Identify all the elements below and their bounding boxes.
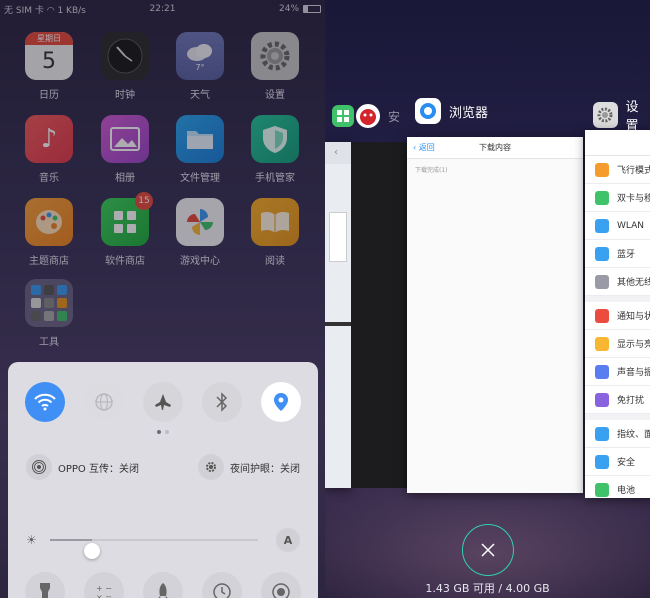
wechat-like-icon <box>332 105 354 127</box>
settings-list-item[interactable]: 显示与亮 <box>585 330 650 358</box>
memory-status: 1.43 GB 可用 / 4.00 GB <box>425 582 550 595</box>
chevron-left-icon: ‹ <box>325 142 351 164</box>
brightness-slider[interactable]: ☀ A <box>26 528 300 559</box>
settings-item-icon <box>595 162 609 177</box>
settings-list-item[interactable]: 通知与状 <box>585 302 650 330</box>
recent-apps-screen: 安 浏览器 设置 ‹ ‹ 返回 下载内容 下载完成(1) 飞行模式 双卡与移 W… <box>325 0 650 598</box>
settings-list-item[interactable]: 安全 <box>585 448 650 476</box>
brightness-thumb[interactable] <box>83 543 100 559</box>
recent-app1-dark-panel <box>351 142 407 488</box>
brightness-track[interactable] <box>50 539 258 559</box>
settings-gear-icon <box>593 102 618 128</box>
airplane-toggle[interactable] <box>143 382 183 422</box>
auto-brightness-button[interactable]: A <box>276 528 300 552</box>
settings-list: 飞行模式双卡与移 WLAN 蓝牙其他无线通知与状显示与亮声音与振免打扰指纹、面安全电… <box>585 156 650 498</box>
mobile-data-toggle[interactable] <box>84 382 124 422</box>
recent-app1-header: 安 <box>332 104 400 128</box>
sun-gear-icon <box>198 454 224 480</box>
screen: 无 SIM 卡 ◠ 1 KB/s 22:21 24% 星期日 5 日历 时钟 7… <box>0 0 650 598</box>
browser-card-header: 浏览器 <box>415 98 488 124</box>
recent-app1-title: 安 <box>388 109 401 124</box>
bluetooth-icon <box>216 392 228 412</box>
download-page-title: 下载内容 <box>479 143 511 152</box>
settings-item-label: WLAN <box>617 220 645 231</box>
settings-item-label: 指纹、面 <box>617 430 650 440</box>
settings-item-icon <box>595 482 609 497</box>
settings-list-item[interactable]: 免打扰 <box>585 386 650 414</box>
recent-app1-card[interactable]: ‹ <box>325 142 351 488</box>
settings-item-icon <box>595 218 609 233</box>
svg-text:+ −: + − <box>96 584 112 593</box>
calculator-button[interactable]: + − × = <box>84 572 124 598</box>
settings-item-label: 免打扰 <box>617 396 645 406</box>
alarm-clock-icon <box>213 583 231 598</box>
settings-item-icon <box>595 336 609 351</box>
settings-item-label: 双卡与移 <box>617 194 650 204</box>
settings-item-icon <box>595 426 609 441</box>
settings-list-item[interactable]: 蓝牙 <box>585 240 650 268</box>
wifi-icon <box>34 393 56 411</box>
settings-list-item[interactable]: 双卡与移 <box>585 184 650 212</box>
settings-item-label: 声音与振 <box>617 368 650 378</box>
settings-item-icon <box>595 246 609 261</box>
airplane-icon <box>155 394 171 410</box>
page-dots <box>8 430 318 434</box>
download-complete-label: 下载完成(1) <box>415 167 448 174</box>
settings-list-item[interactable]: 电池 <box>585 476 650 498</box>
control-center: OPPO 互传：关闭 夜间护眼：关闭 ☀ A + − × = <box>8 362 318 598</box>
oppo-share-label: OPPO 互传：关闭 <box>58 463 139 475</box>
browser-card-toolbar: ‹ 返回 下载内容 <box>407 137 583 159</box>
night-mode-label: 夜间护眼：关闭 <box>230 463 300 475</box>
night-mode-control[interactable]: 夜间护眼：关闭 <box>198 454 300 480</box>
flashlight-button[interactable] <box>25 572 65 598</box>
location-pin-icon <box>274 393 288 411</box>
settings-item-label: 飞行模式 <box>617 166 650 176</box>
clear-all-button[interactable] <box>462 524 514 576</box>
settings-item-icon <box>595 364 609 379</box>
settings-list-item[interactable]: 指纹、面 <box>585 420 650 448</box>
settings-item-label: 安全 <box>617 458 636 468</box>
rocket-button[interactable] <box>143 572 183 598</box>
close-icon <box>481 543 495 557</box>
brightness-sun-icon: ☀ <box>26 533 37 547</box>
flashlight-icon <box>40 583 50 598</box>
settings-item-label: 通知与状 <box>617 312 650 322</box>
clock-button[interactable] <box>202 572 242 598</box>
bluetooth-toggle[interactable] <box>202 382 242 422</box>
rocket-icon <box>158 583 168 598</box>
calculator-icon: + −× = <box>96 584 112 598</box>
camera-aperture-icon <box>272 583 290 598</box>
settings-item-icon <box>595 308 609 323</box>
shortcut-row: + − × = <box>25 572 301 598</box>
settings-item-icon <box>595 454 609 469</box>
settings-list-item[interactable]: 其他无线 <box>585 268 650 296</box>
svg-text:× =: × = <box>96 593 112 598</box>
settings-card-header: 设置 <box>593 96 650 134</box>
browser-icon <box>415 98 441 124</box>
settings-item-label: 显示与亮 <box>617 340 650 350</box>
settings-item-icon <box>595 190 609 205</box>
quick-toggles <box>25 382 301 422</box>
settings-list-item[interactable]: 声音与振 <box>585 358 650 386</box>
settings-card[interactable]: 飞行模式双卡与移 WLAN 蓝牙其他无线通知与状显示与亮声音与振免打扰指纹、面安全电… <box>585 130 650 498</box>
camera-button[interactable] <box>261 572 301 598</box>
browser-card-title: 浏览器 <box>449 105 489 121</box>
settings-item-icon <box>595 274 609 289</box>
settings-list-item[interactable]: WLAN <box>585 212 650 240</box>
home-screen: 无 SIM 卡 ◠ 1 KB/s 22:21 24% 星期日 5 日历 时钟 7… <box>0 0 325 598</box>
settings-list-item[interactable]: 飞行模式 <box>585 156 650 184</box>
share-icon <box>26 454 52 480</box>
antutu-icon <box>356 104 380 128</box>
globe-icon <box>95 393 113 411</box>
brightness-fill <box>50 539 92 541</box>
settings-card-title: 设置 <box>625 100 639 134</box>
oppo-share-control[interactable]: OPPO 互传：关闭 <box>26 454 139 480</box>
settings-item-label: 蓝牙 <box>617 250 636 260</box>
location-toggle[interactable] <box>261 382 301 422</box>
settings-item-label: 电池 <box>617 486 636 496</box>
wifi-toggle[interactable] <box>25 382 65 422</box>
settings-item-icon <box>595 392 609 407</box>
browser-card[interactable]: ‹ 返回 下载内容 下载完成(1) <box>407 137 583 493</box>
settings-item-label: 其他无线 <box>617 278 650 288</box>
